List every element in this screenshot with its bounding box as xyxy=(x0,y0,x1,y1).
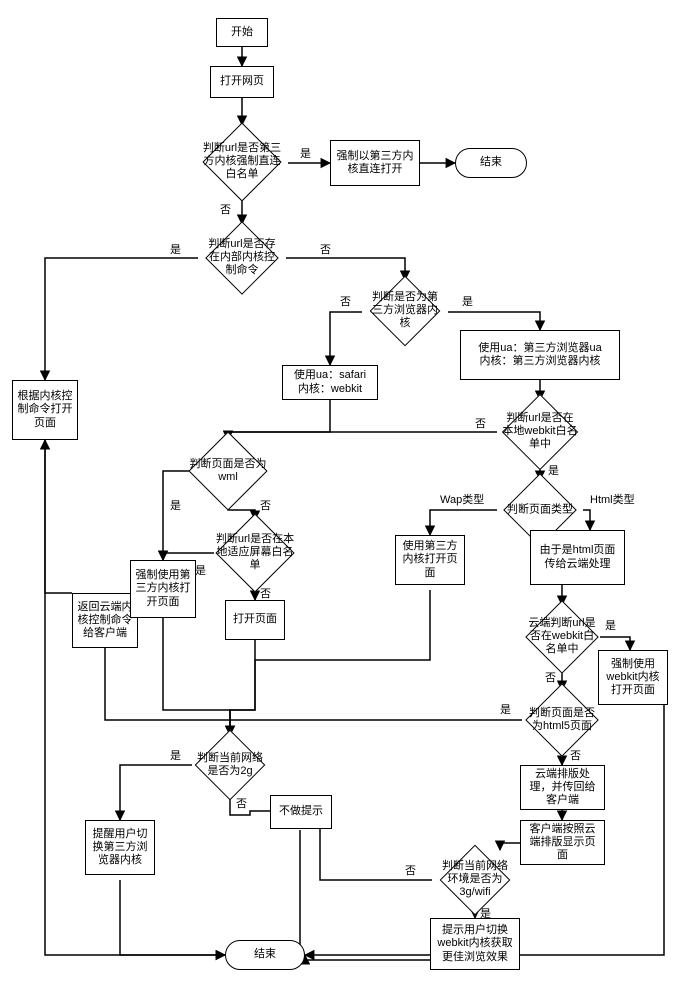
open-by-cmd: 根据内核控制命令打开页面 xyxy=(12,380,78,440)
d7-html5: 判断页面是否为html5页面 xyxy=(536,694,588,746)
lbl-d6-yes: 是 xyxy=(605,620,616,633)
lbl-d1-no: 否 xyxy=(220,204,231,217)
start-label: 开始 xyxy=(231,26,253,39)
lbl-d8-yes: 是 xyxy=(480,908,491,921)
lbl-d5-wap: Wap类型 xyxy=(440,494,484,507)
d2-internal-cmd: 判断url是否存在内部内核控制命令 xyxy=(216,232,268,284)
cloud-process: 由于是html页面传给云端处理 xyxy=(530,530,625,585)
d4-local-webkit-whitelist: 判断url是否在本地webkit白名单中 xyxy=(513,405,567,459)
lbl-d4-no: 否 xyxy=(475,418,486,431)
prompt-webkit: 提示用户切换webkit内核获取更佳浏览效果 xyxy=(430,918,520,970)
lbl-wml-no: 否 xyxy=(260,500,271,513)
d-local-fit: 判断url是否在本地适应屏幕白名单 xyxy=(227,525,283,581)
use-third-open: 使用第三方内核打开页面 xyxy=(395,535,465,585)
no-prompt: 不做提示 xyxy=(270,795,332,829)
lbl-d7-no: 否 xyxy=(570,750,581,763)
end2: 结束 xyxy=(225,940,305,970)
d3-third-browser: 判断是否为第三方浏览器内核 xyxy=(380,286,430,336)
d1-whitelist: 判断url是否第三方内核强制直连白名单 xyxy=(214,134,270,190)
lbl-2g-yes: 是 xyxy=(170,750,181,763)
force-webkit: 强制使用webkit内核打开页面 xyxy=(598,650,668,705)
d-wml: 判断页面是否为wml xyxy=(200,443,256,499)
open-page-label: 打开网页 xyxy=(220,75,264,88)
start-box: 开始 xyxy=(216,18,268,47)
d6-cloud-webkit-whitelist: 云端判断url是否在webkit白名单中 xyxy=(536,611,588,663)
lbl-localfit-no: 否 xyxy=(260,588,271,601)
lbl-d5-html: Html类型 xyxy=(590,494,635,507)
return-cmd: 返回云端内核控制命令给客户端 xyxy=(72,593,138,648)
lbl-d2-yes: 是 xyxy=(170,244,181,257)
lbl-d1-yes: 是 xyxy=(300,148,311,161)
lbl-2g-no: 否 xyxy=(236,798,247,811)
end1: 结束 xyxy=(455,148,527,178)
use-safari: 使用ua：safari 内核：webkit xyxy=(282,365,378,400)
force-third-open: 强制使用第三方内核打开页面 xyxy=(130,560,196,618)
lbl-d6-no: 否 xyxy=(545,672,556,685)
cloud-layout: 云端排版处理，并传回给客户端 xyxy=(520,765,605,810)
force-third-direct: 强制以第三方内核直连打开 xyxy=(330,140,420,186)
lbl-d3-no: 否 xyxy=(340,296,351,309)
lbl-d4-yes: 是 xyxy=(548,465,559,478)
d5-page-type: 判断页面类型 xyxy=(514,484,566,536)
lbl-wml-yes: 是 xyxy=(170,500,181,513)
open-page2: 打开页面 xyxy=(225,600,285,640)
lbl-localfit-yes: 是 xyxy=(195,565,206,578)
d-2g: 判断当前网络是否为2g xyxy=(205,740,255,790)
lbl-d3-yes: 是 xyxy=(462,296,473,309)
use-third-ua: 使用ua：第三方浏览器ua 内核：第三方浏览器内核 xyxy=(460,330,620,380)
remind-third: 提醒用户切换第三方浏览器内核 xyxy=(85,820,155,875)
lbl-d8-no: 否 xyxy=(405,865,416,878)
d8-3g-wifi: 判断当前网络环境是否为3g/wifi xyxy=(450,855,500,905)
lbl-d7-yes: 是 xyxy=(500,704,511,717)
open-page-box: 打开网页 xyxy=(210,66,274,98)
client-display: 客户端按照云端排版显示页面 xyxy=(520,820,605,865)
lbl-d2-no: 否 xyxy=(320,244,331,257)
